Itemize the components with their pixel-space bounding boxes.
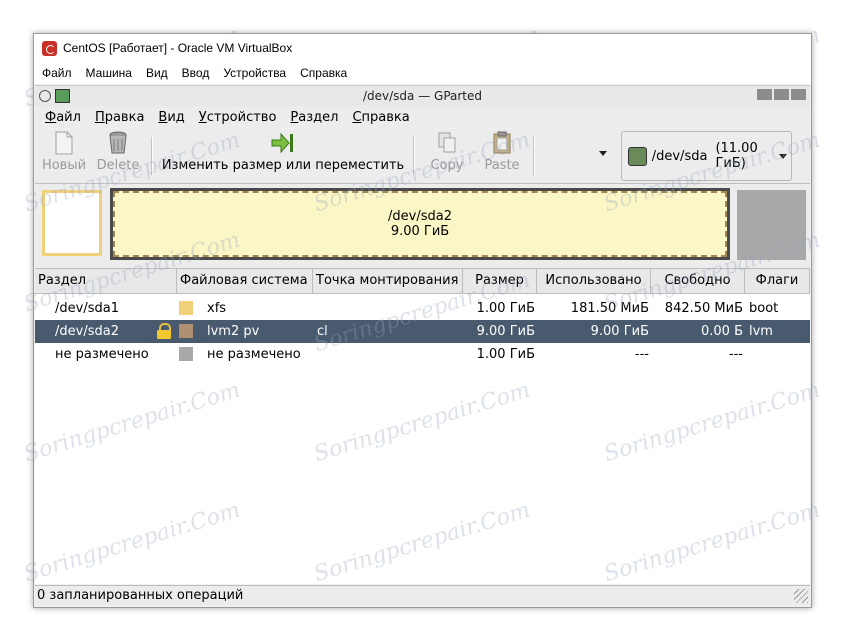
menu-device[interactable]: Устройство (199, 110, 277, 125)
menu-partition[interactable]: Раздел (290, 110, 338, 125)
virtualbox-window-title: CentOS [Работает] - Oracle VM VirtualBox (63, 41, 293, 55)
delete-button-label: Delete (96, 158, 140, 173)
partition-size: 9.00 ГиБ (476, 324, 535, 339)
vbox-menu-machine[interactable]: Машина (86, 66, 132, 80)
paste-button-label: Paste (484, 158, 520, 173)
copy-icon (438, 132, 456, 153)
partition-size: 1.00 ГиБ (476, 347, 535, 362)
vbox-menu-devices[interactable]: Устройства (223, 66, 286, 80)
resize-move-button[interactable]: Изменить размер или переместить (161, 131, 405, 179)
vbox-menu-input[interactable]: Ввод (182, 66, 210, 80)
device-name: /dev/sda (651, 148, 708, 164)
new-document-icon (55, 131, 73, 155)
filesystem-color-swatch (179, 324, 193, 338)
partition-table: Раздел Файловая система Точка монтирован… (35, 268, 810, 584)
column-used[interactable]: Использовано (537, 269, 651, 293)
column-filesystem[interactable]: Файловая система (177, 269, 313, 293)
menu-view[interactable]: Вид (158, 110, 184, 125)
table-row[interactable]: не размечено не размечено 1.00 ГиБ --- -… (35, 343, 810, 366)
partition-size: 1.00 ГиБ (476, 301, 535, 316)
filesystem-color-swatch (179, 347, 193, 361)
disk-map-partition-size: 9.00 ГиБ (390, 224, 450, 239)
paste-button[interactable]: Paste (477, 131, 527, 179)
lock-icon (157, 323, 171, 339)
partition-free: 0.00 Б (701, 324, 743, 339)
filesystem-type: xfs (207, 301, 227, 316)
disk-map: /dev/sda2 9.00 ГиБ (35, 184, 810, 268)
toolbar-separator (151, 137, 153, 175)
column-mountpoint[interactable]: Точка монтирования (313, 269, 463, 293)
new-button-label: Новый (41, 158, 87, 173)
partition-free: 842.50 МиБ (664, 301, 743, 316)
vbox-menu-view[interactable]: Вид (146, 66, 168, 80)
minimize-button[interactable] (757, 89, 772, 100)
filesystem-type: lvm2 pv (207, 324, 260, 339)
disk-map-partition-sda2[interactable]: /dev/sda2 9.00 ГиБ (110, 188, 730, 260)
mount-point: cl (317, 324, 328, 339)
partition-used: 181.50 МиБ (570, 301, 649, 316)
resize-grip-icon[interactable] (794, 589, 808, 603)
copy-button[interactable]: Copy (425, 131, 469, 179)
disk-map-partition-sda1[interactable] (42, 190, 102, 256)
table-row[interactable]: /dev/sda1 xfs 1.00 ГиБ 181.50 МиБ 842.50… (35, 297, 810, 320)
menu-file[interactable]: Файл (45, 110, 81, 125)
disk-map-partition-name: /dev/sda2 (388, 209, 452, 224)
gparted-menubar: Файл Правка Вид Устройство Раздел Справк… (35, 106, 810, 128)
partition-flags: boot (749, 301, 779, 316)
close-button[interactable] (791, 89, 806, 100)
maximize-button[interactable] (774, 89, 789, 100)
new-button[interactable]: Новый (41, 131, 87, 179)
delete-button[interactable]: Delete (95, 131, 141, 179)
column-size[interactable]: Размер (463, 269, 537, 293)
gparted-window-title: /dev/sda — GParted (362, 89, 483, 103)
pending-operations-text: 0 запланированных операций (37, 588, 244, 603)
toolbar-overflow-chevron-down-icon[interactable] (599, 151, 607, 156)
toolbar-separator (533, 137, 535, 175)
partition-used: 9.00 ГиБ (590, 324, 649, 339)
table-row[interactable]: /dev/sda2 lvm2 pv cl 9.00 ГиБ 9.00 ГиБ 0… (35, 320, 810, 343)
menu-help[interactable]: Справка (352, 110, 409, 125)
trash-icon (109, 131, 127, 154)
partition-name: не размечено (55, 347, 149, 362)
partition-name: /dev/sda1 (55, 301, 119, 316)
resize-arrow-icon (271, 132, 293, 154)
partition-free: --- (728, 347, 743, 362)
toolbar: Новый Delete Изменить размер или перемес… (35, 129, 810, 184)
device-selector[interactable]: /dev/sda (11.00 ГиБ) (621, 131, 792, 181)
column-free[interactable]: Свободно (651, 269, 745, 293)
copy-button-label: Copy (430, 158, 464, 173)
virtualbox-window: CentOS [Работает] - Oracle VM VirtualBox… (33, 33, 812, 608)
vbox-menu-file[interactable]: Файл (42, 66, 72, 80)
column-partition[interactable]: Раздел (35, 269, 177, 293)
partition-used: --- (634, 347, 649, 362)
vbox-menu-help[interactable]: Справка (300, 66, 347, 80)
hard-disk-icon (628, 146, 647, 166)
status-bar: 0 запланированных операций (35, 585, 810, 605)
table-header: Раздел Файловая система Точка монтирован… (35, 268, 810, 294)
virtualbox-menubar: Файл Машина Вид Ввод Устройства Справка (34, 62, 811, 84)
virtualbox-app-icon (42, 40, 57, 56)
chevron-down-icon (779, 154, 787, 159)
column-flags[interactable]: Флаги (745, 269, 810, 293)
filesystem-color-swatch (179, 301, 193, 315)
resize-move-button-label: Изменить размер или переместить (161, 158, 405, 173)
paste-icon (493, 131, 511, 154)
toolbar-separator (413, 137, 415, 175)
partition-name: /dev/sda2 (55, 324, 119, 339)
disk-map-unallocated[interactable] (737, 190, 806, 260)
menu-edit[interactable]: Правка (95, 110, 144, 125)
gparted-app-icon (55, 89, 70, 103)
partition-flags: lvm (749, 324, 773, 339)
window-controls (757, 89, 806, 100)
virtualbox-titlebar: CentOS [Работает] - Oracle VM VirtualBox (34, 34, 811, 62)
gparted-titlebar: /dev/sda — GParted (35, 85, 810, 107)
filesystem-type: не размечено (207, 347, 301, 362)
window-menu-icon[interactable] (39, 90, 51, 102)
